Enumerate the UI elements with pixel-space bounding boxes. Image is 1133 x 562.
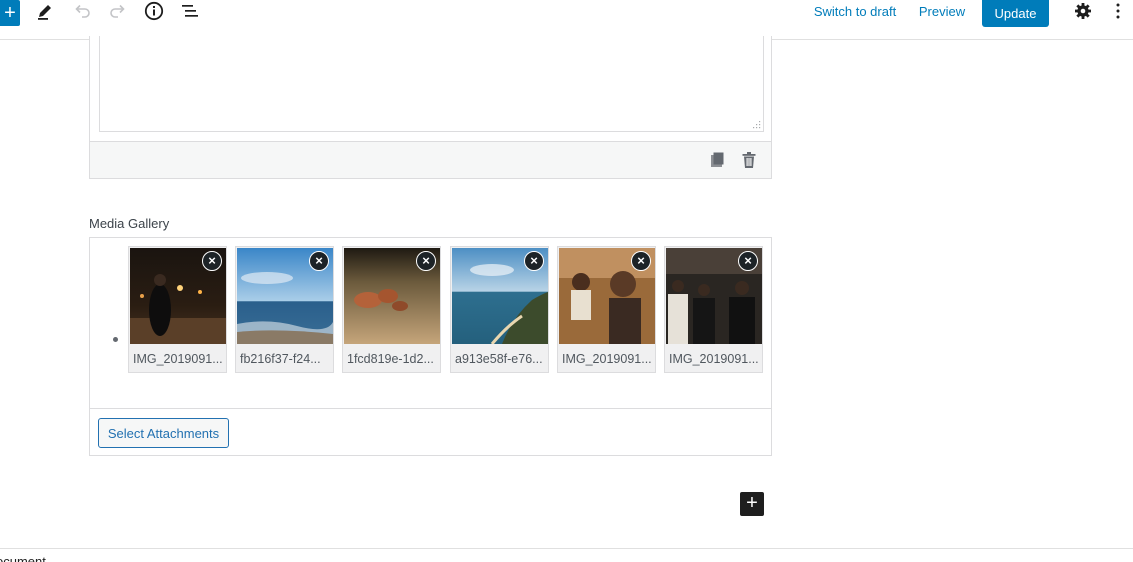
gallery-item[interactable]: × IMG_2019091... — [664, 246, 763, 373]
media-gallery-label: Media Gallery — [89, 216, 170, 231]
more-vertical-icon — [1116, 3, 1120, 19]
plus-icon: + — [4, 2, 16, 24]
gallery-item[interactable]: × IMG_2019091... — [128, 246, 227, 373]
trash-icon[interactable] — [740, 151, 758, 169]
remove-item-icon[interactable]: × — [738, 251, 758, 271]
gallery-item-filename: 1fcd819e-1d2... — [347, 352, 434, 366]
remove-item-icon[interactable]: × — [524, 251, 544, 271]
pencil-icon — [38, 5, 51, 20]
redo-button[interactable] — [104, 0, 132, 25]
media-gallery: × IMG_2019091... × fb216f37-f24... × 1fc… — [89, 237, 772, 456]
copy-icon[interactable] — [708, 151, 726, 169]
undo-button[interactable] — [68, 0, 96, 25]
gallery-item-filename: fb216f37-f24... — [240, 352, 321, 366]
block-inserter-button[interactable]: + — [0, 0, 20, 26]
editor-footer: ocument — [0, 548, 1133, 562]
gallery-item[interactable]: × 1fcd819e-1d2... — [342, 246, 441, 373]
remove-item-icon[interactable]: × — [202, 251, 222, 271]
switch-to-draft-button[interactable]: Switch to draft — [810, 0, 900, 22]
gallery-item-filename: IMG_2019091... — [562, 352, 652, 366]
remove-item-icon[interactable]: × — [309, 251, 329, 271]
gallery-item-filename: IMG_2019091... — [133, 352, 223, 366]
remove-item-icon[interactable]: × — [416, 251, 436, 271]
preview-button[interactable]: Preview — [915, 0, 969, 22]
redo-icon — [110, 4, 125, 18]
switch-to-draft-label: Switch to draft — [813, 3, 897, 19]
list-view-icon — [182, 5, 198, 17]
resize-grip-icon[interactable] — [753, 121, 761, 129]
text-block — [89, 36, 772, 179]
add-block-button[interactable]: + — [740, 492, 764, 516]
select-attachments-button[interactable]: Select Attachments — [98, 418, 229, 448]
preview-label: Preview — [918, 3, 966, 19]
gallery-item[interactable]: × IMG_2019091... — [557, 246, 656, 373]
more-options-button[interactable] — [1104, 0, 1132, 25]
select-attachments-label: Select Attachments — [107, 425, 220, 441]
breadcrumb[interactable]: ocument — [0, 554, 46, 562]
gallery-item-filename: a913e58f-e76... — [455, 352, 543, 366]
gallery-item[interactable]: × a913e58f-e76... — [450, 246, 549, 373]
gallery-item-filename: IMG_2019091... — [669, 352, 759, 366]
update-button[interactable]: Update — [982, 0, 1049, 27]
block-actions-bar — [90, 141, 771, 178]
update-label: Update — [994, 6, 1037, 21]
top-toolbar: + Switch to draft Preview Update — [0, 0, 1133, 40]
settings-button[interactable] — [1069, 0, 1097, 25]
tools-button[interactable] — [31, 0, 59, 25]
text-area-field[interactable] — [99, 36, 764, 132]
editor-page: + Switch to draft Preview Update Media G… — [0, 0, 1133, 562]
list-view-button[interactable] — [176, 0, 204, 25]
gallery-item[interactable]: × fb216f37-f24... — [235, 246, 334, 373]
undo-icon — [75, 4, 90, 18]
gear-icon — [1075, 3, 1091, 19]
list-bullet — [113, 337, 118, 342]
gallery-footer: Select Attachments — [90, 408, 771, 456]
remove-item-icon[interactable]: × — [631, 251, 651, 271]
plus-icon: + — [746, 492, 758, 514]
info-icon — [144, 1, 164, 21]
details-button[interactable] — [140, 0, 168, 25]
